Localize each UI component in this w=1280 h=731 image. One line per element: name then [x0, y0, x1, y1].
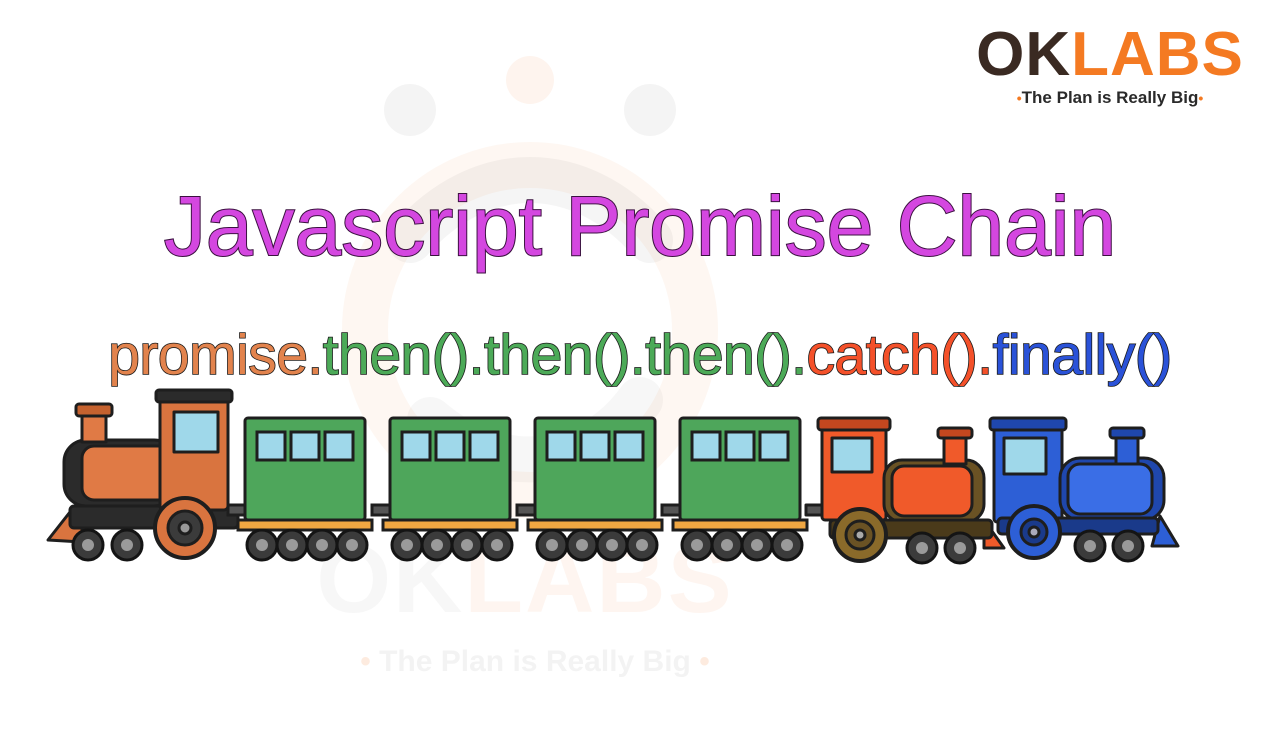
then-carriage-1-icon [226, 416, 374, 532]
catch-locomotive-icon [804, 416, 1006, 563]
brand-name: OKLABS [976, 20, 1244, 89]
then-carriage-3-icon [515, 416, 664, 532]
promise-locomotive-icon [46, 388, 240, 560]
watermark-tagline: • The Plan is Really Big • [360, 645, 710, 678]
chain-segment-then-3: then(). [644, 322, 807, 388]
then-carriage-2-icon [370, 416, 519, 532]
chain-segment-then-2: then(). [483, 322, 646, 388]
page-title: Javascript Promise Chain [163, 178, 1117, 274]
chain-segment-catch: catch(). [806, 322, 994, 388]
chain-segment-promise: promise. [107, 322, 324, 388]
banner-canvas: OKLABS • The Plan is Really Big • OKLABS… [0, 0, 1280, 731]
then-carriage-4-icon [660, 416, 809, 532]
train-illustration [46, 388, 1180, 565]
brand-logo: OKLABS •The Plan is Really Big• [960, 22, 1260, 108]
chain-segment-finally: finally() [992, 322, 1173, 388]
chain-segment-then-1: then(). [322, 322, 485, 388]
brand-tagline: •The Plan is Really Big• [1016, 88, 1204, 107]
